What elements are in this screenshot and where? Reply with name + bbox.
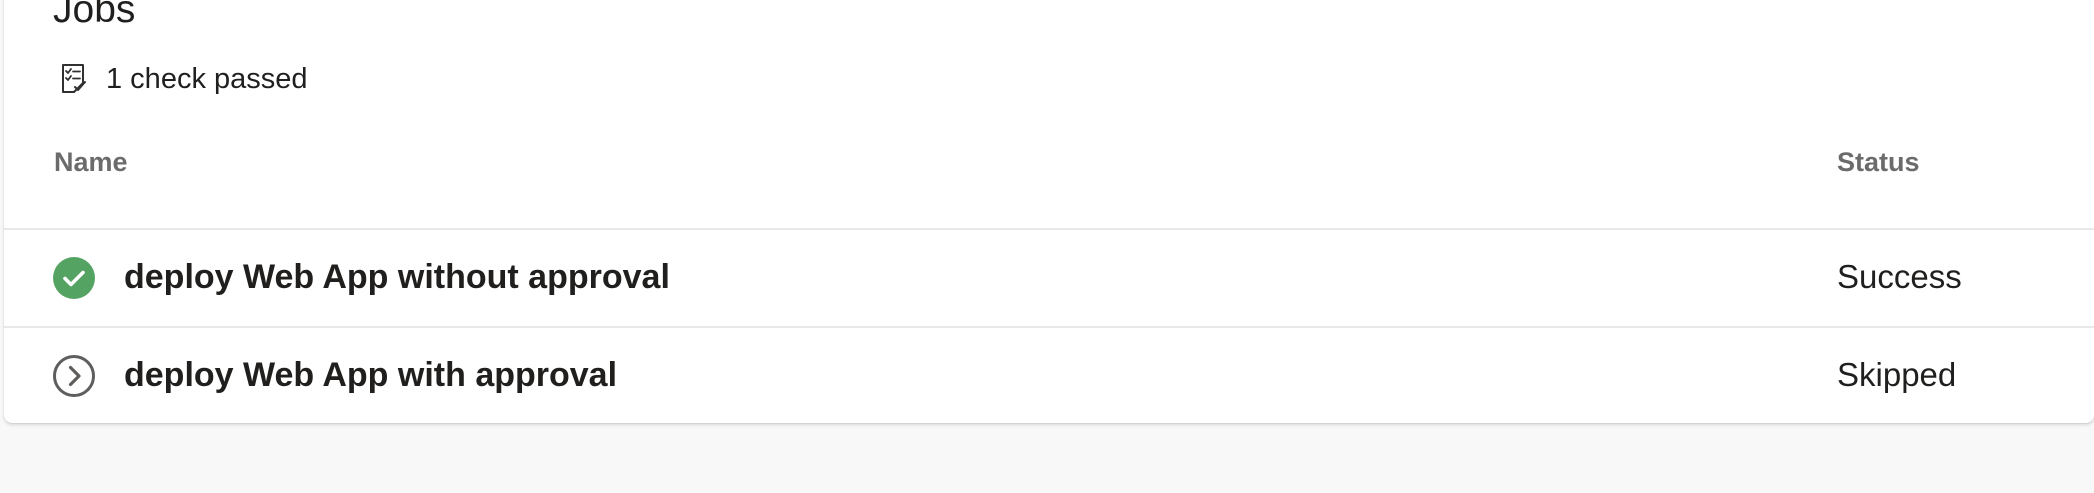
column-header-name: Name: [54, 147, 128, 177]
jobs-card: Jobs 1 check passed Name Status deploy W…: [4, 0, 2094, 423]
checks-summary[interactable]: 1 check passed: [60, 60, 308, 98]
success-check-icon: [52, 256, 96, 300]
checklist-icon: [60, 60, 94, 98]
job-status: Skipped: [1837, 356, 1957, 393]
checks-summary-label: 1 check passed: [106, 62, 308, 95]
job-name: deploy Web App without approval: [124, 258, 670, 296]
column-header-status: Status: [1837, 147, 1920, 177]
job-name: deploy Web App with approval: [124, 356, 618, 394]
section-title: Jobs: [53, 0, 136, 31]
job-status: Success: [1837, 258, 1962, 295]
table-row[interactable]: deploy Web App without approval Success: [4, 228, 2094, 328]
skipped-icon: [52, 354, 96, 398]
table-row[interactable]: deploy Web App with approval Skipped: [4, 326, 2094, 426]
